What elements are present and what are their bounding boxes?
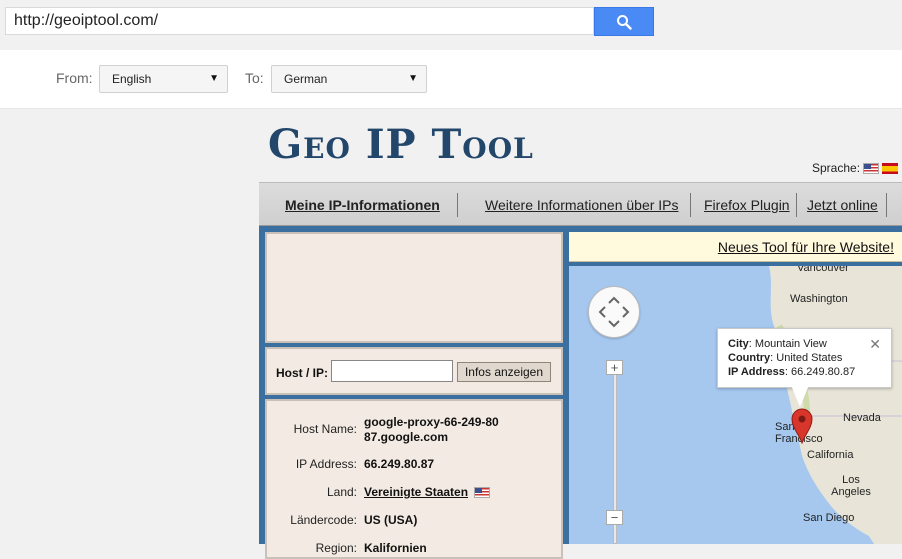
url-input[interactable] [5,7,594,35]
us-flag-icon [474,487,491,499]
dropdown-arrow-icon: ▼ [408,73,418,84]
host-lookup-box: Host / IP: Infos anzeigen [265,347,563,395]
info-value: Vereinigte Staaten [364,485,514,500]
left-panel: Host / IP: Infos anzeigen Host Name: goo… [265,232,563,559]
main-nav: Meine IP-Informationen Weitere Informati… [259,182,902,226]
us-flag-icon[interactable] [863,162,880,174]
pan-control-icon[interactable] [588,286,640,338]
new-tool-link[interactable]: Neues Tool für Ihre Website! [718,239,894,255]
search-button[interactable] [594,7,654,36]
popup-country-label: Country [728,352,771,364]
info-value: google-proxy-66-249-80 87.google.com [364,415,499,444]
zoom-in-icon[interactable]: + [606,360,623,375]
tool-banner: Neues Tool für Ihre Website! [569,232,902,262]
info-value: 66.249.80.87 [364,457,435,471]
nav-divider [796,193,797,217]
from-language-value: English [112,72,152,86]
info-key: Host Name: [293,422,357,436]
host-input[interactable] [331,360,453,382]
map-label-san-diego: San Diego [803,512,855,524]
to-language-select[interactable]: German ▼ [271,65,427,93]
zoom-out-icon[interactable]: − [606,510,623,525]
info-key: IP Address: [295,457,357,471]
nav-item-online-now[interactable]: Jetzt online [807,197,878,213]
nav-item-more-info[interactable]: Weitere Informationen über IPs [485,197,679,213]
info-key: Ländercode: [290,513,357,527]
nav-divider [690,193,691,217]
map-label-los-angeles: Los Angeles [831,474,871,498]
popup-city: Mountain View [754,338,827,350]
nav-item-firefox-plugin[interactable]: Firefox Plugin [704,197,790,213]
host-label: Host / IP: [276,366,329,380]
map-label-washington: Washington [790,293,848,305]
to-label: To: [245,70,264,86]
nav-item-my-ip[interactable]: Meine IP-Informationen [285,197,440,213]
info-value: US (USA) [364,513,418,527]
location-popup: City: Mountain View Country: United Stat… [717,328,892,388]
info-key: Region: [315,541,357,555]
from-language-select[interactable]: English ▼ [99,65,228,93]
search-icon [617,14,632,30]
close-icon[interactable]: ✕ [869,337,881,351]
spain-flag-icon[interactable] [882,162,899,174]
map-label-nevada: Nevada [843,412,881,424]
country-link[interactable]: Vereinigte Staaten [364,485,468,499]
popup-country: United States [776,352,843,364]
popup-city-label: City [728,338,749,350]
browser-toolbar [0,0,902,50]
map-label-vancouver: Vancouver [797,266,849,274]
map-label-california: California [807,449,854,461]
map-marker-icon[interactable] [791,408,813,444]
info-value: Kalifornien [364,541,427,555]
nav-divider [457,193,458,217]
ad-box [265,232,563,343]
popup-ip: 66.249.80.87 [790,366,856,378]
site-logo[interactable]: Geo IP Tool [268,123,534,167]
from-label: From: [56,70,93,86]
ip-info-box: Host Name: google-proxy-66-249-80 87.goo… [265,399,563,559]
lookup-button[interactable]: Infos anzeigen [457,362,551,382]
main-frame: Host / IP: Infos anzeigen Host Name: goo… [259,226,902,559]
nav-divider [886,193,887,217]
map-view[interactable]: Vancouver Washington Nevada San Francisc… [569,266,902,544]
dropdown-arrow-icon: ▼ [209,73,219,84]
translate-bar: From: English ▼ To: German ▼ [0,50,902,109]
to-language-value: German [284,72,328,86]
page-content: Geo IP Tool Sprache: Meine IP-Informatio… [0,109,902,559]
language-label: Sprache: [812,161,861,175]
info-key: Land: [326,485,357,499]
popup-tail [791,385,809,407]
right-panel: Neues Tool für Ihre Website! Vancouver W… [569,232,902,544]
language-switcher: Sprache: [812,161,899,175]
popup-ip-label: IP Address [728,366,785,378]
